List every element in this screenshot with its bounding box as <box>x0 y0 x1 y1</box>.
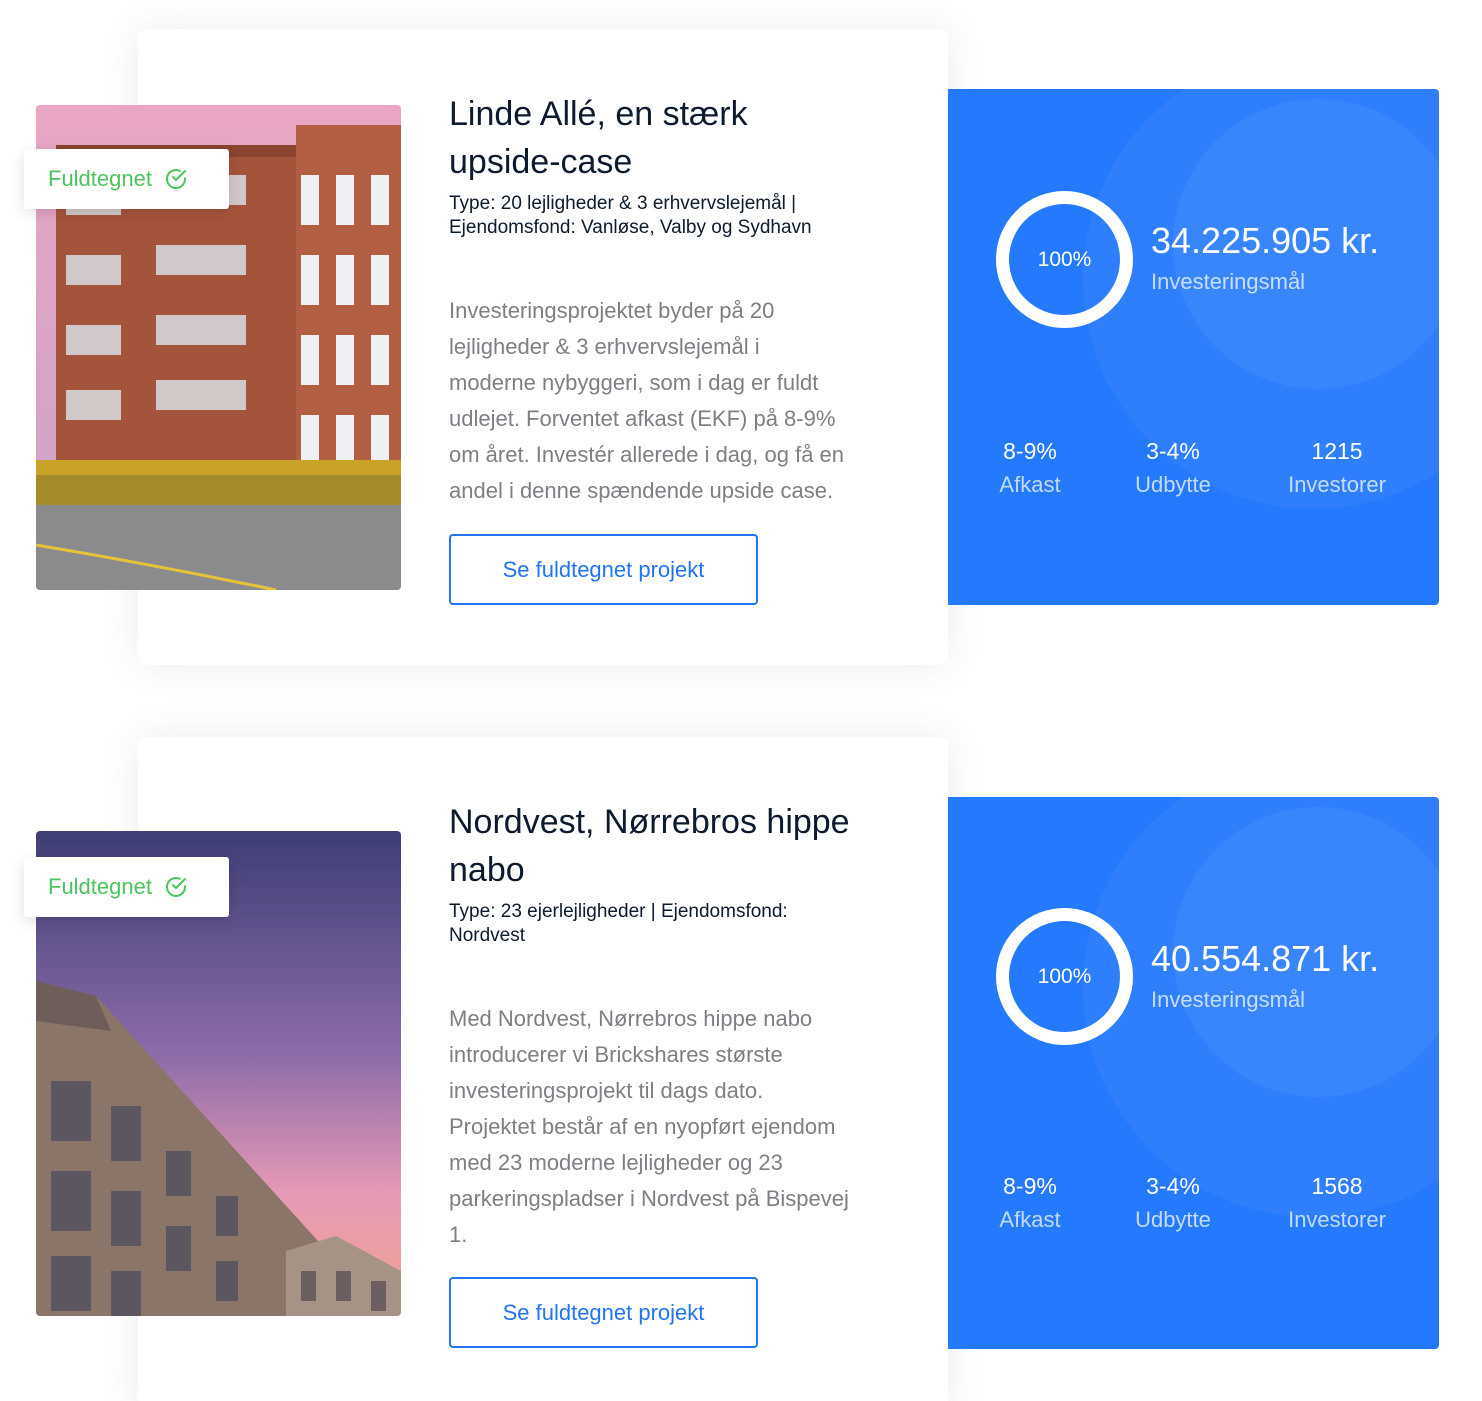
description-line: 1. <box>449 1222 468 1247</box>
stat-label: Udbytte <box>1135 472 1211 497</box>
description-line: med 23 moderne lejligheder og 23 <box>449 1150 783 1175</box>
stat-label: Udbytte <box>1135 1207 1211 1232</box>
project-title-line: Linde Allé, en stærk <box>449 95 748 133</box>
stat-label: Investorer <box>1288 472 1386 497</box>
status-badge: Fuldtegnet <box>24 149 229 209</box>
view-project-button[interactable]: Se fuldtegnet projekt <box>449 1277 758 1348</box>
stat-value: 1215 <box>1311 438 1363 464</box>
project-description: Investeringsprojektet byder på 20 lejlig… <box>449 293 909 509</box>
progress-ring: 100% <box>996 908 1133 1045</box>
project-title-line: nabo <box>449 851 525 889</box>
stat-udbytte: 3-4% Udbytte <box>1093 1170 1253 1238</box>
badge-label: Fuldtegnet <box>48 874 152 899</box>
investment-panel: 100% 40.554.871 kr. Investeringsmål 8-9%… <box>948 797 1439 1349</box>
description-line: om året. Investér allerede i dag, og få … <box>449 442 845 467</box>
stat-value: 8-9% <box>1003 438 1057 464</box>
description-line: udlejet. Forventet afkast (EKF) på 8-9% <box>449 406 836 431</box>
investment-amount-label: Investeringsmål <box>1151 987 1306 1012</box>
stat-value: 3-4% <box>1146 1173 1200 1199</box>
project-type-line: Type: 20 lejligheder & 3 erhvervslejemål… <box>449 193 797 214</box>
project-title: Linde Allé, en stærk upside-case <box>449 90 909 186</box>
project-type-line: Ejendomsfond: Vanløse, Valby og Sydhavn <box>449 217 812 238</box>
stat-afkast: 8-9% Afkast <box>950 1170 1110 1238</box>
check-circle-icon <box>164 875 188 899</box>
project-type-line: Type: 23 ejerlejligheder | Ejendomsfond: <box>449 901 788 922</box>
description-line: moderne nybyggeri, som i dag er fuldt <box>449 370 819 395</box>
description-line: investeringsprojekt til dags dato. <box>449 1078 764 1103</box>
stat-label: Afkast <box>999 1207 1061 1232</box>
stat-value: 3-4% <box>1146 438 1200 464</box>
description-line: andel i denne spændende upside case. <box>449 478 834 503</box>
project-type-line: Nordvest <box>449 925 526 946</box>
investment-amount: 40.554.871 kr. <box>1151 938 1380 979</box>
project-title-line: upside-case <box>449 143 633 181</box>
investment-panel: 100% 34.225.905 kr. Investeringsmål 8-9%… <box>948 89 1439 605</box>
investment-amount: 34.225.905 kr. <box>1151 220 1380 261</box>
project-type: Type: 20 lejligheder & 3 erhvervslejemål… <box>449 192 909 240</box>
description-line: Projektet består af en nyopført ejendom <box>449 1114 836 1139</box>
description-line: parkeringspladser i Nordvest på Bispevej <box>449 1186 849 1211</box>
progress-ring: 100% <box>996 191 1133 328</box>
description-line: lejligheder & 3 erhvervslejemål i <box>449 334 760 359</box>
stat-investorer: 1568 Investorer <box>1257 1170 1417 1238</box>
stat-investorer: 1215 Investorer <box>1257 435 1417 503</box>
project-title: Nordvest, Nørrebros hippe nabo <box>449 798 909 894</box>
stat-value: 1568 <box>1311 1173 1363 1199</box>
project-title-line: Nordvest, Nørrebros hippe <box>449 803 850 841</box>
check-circle-icon <box>164 167 188 191</box>
stat-label: Afkast <box>999 472 1061 497</box>
investment-amount-label: Investeringsmål <box>1151 269 1306 294</box>
description-line: Med Nordvest, Nørrebros hippe nabo <box>449 1006 813 1031</box>
status-badge: Fuldtegnet <box>24 857 229 917</box>
progress-value: 100% <box>1037 964 1092 988</box>
description-line: introducerer vi Brickshares største <box>449 1042 783 1067</box>
project-description: Med Nordvest, Nørrebros hippe nabo intro… <box>449 1001 909 1253</box>
stat-value: 8-9% <box>1003 1173 1057 1199</box>
stat-afkast: 8-9% Afkast <box>950 435 1110 503</box>
description-line: Investeringsprojektet byder på 20 <box>449 298 775 323</box>
view-project-button[interactable]: Se fuldtegnet projekt <box>449 534 758 605</box>
stat-udbytte: 3-4% Udbytte <box>1093 435 1253 503</box>
project-type: Type: 23 ejerlejligheder | Ejendomsfond:… <box>449 900 909 948</box>
progress-value: 100% <box>1037 247 1092 271</box>
badge-label: Fuldtegnet <box>48 166 152 191</box>
stat-label: Investorer <box>1288 1207 1386 1232</box>
